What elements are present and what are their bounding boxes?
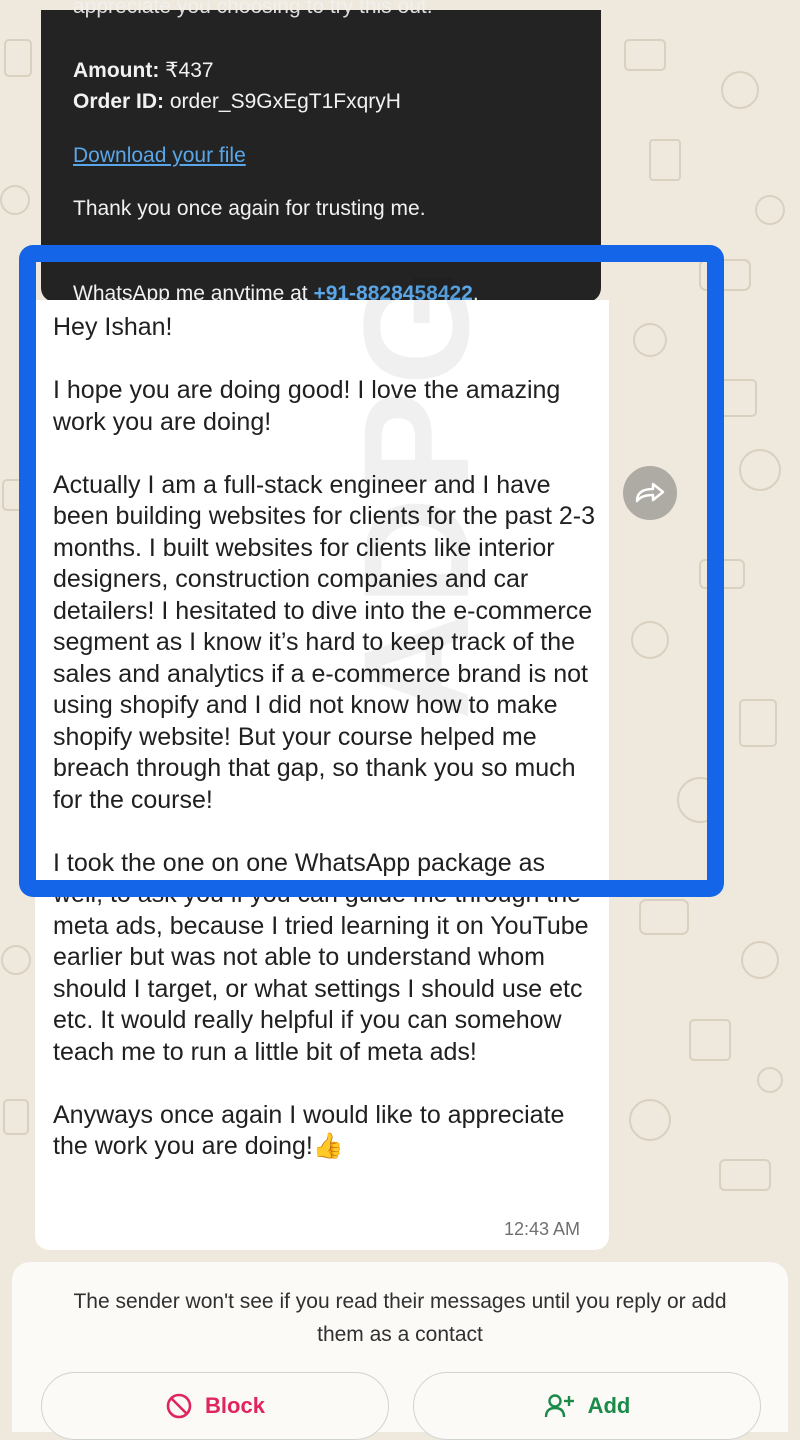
message-timestamp: 12:43 AM (504, 1219, 581, 1239)
unknown-sender-notice: The sender won't see if you read their m… (73, 1290, 727, 1346)
block-label: Block (205, 1393, 265, 1418)
add-label: Add (587, 1393, 631, 1418)
order-id-label: Order ID: (73, 90, 165, 113)
message-paragraph-4-text: Anyways once again I would like to appre… (53, 1100, 565, 1161)
thanks-text: Thank you once again for trusting me. (73, 197, 426, 220)
order-id-value: order_S9GxEgT1FxqryH (169, 90, 401, 113)
amount-row: Amount: ₹437 (73, 55, 214, 86)
highlight-box (19, 245, 724, 897)
forward-button[interactable] (623, 466, 677, 520)
order-id-row: Order ID: order_S9GxEgT1FxqryH (73, 86, 401, 117)
amount-value: ₹437 (165, 59, 214, 82)
download-file-link[interactable]: Download your file (73, 140, 246, 171)
forward-icon (635, 482, 665, 503)
quoted-cut-line: appreciate you choosing to try this out. (73, 0, 433, 18)
amount-label: Amount: (73, 59, 160, 82)
block-icon (166, 1393, 192, 1419)
message-paragraph-4: Anyways once again I would like to appre… (53, 1100, 598, 1163)
thumbs-up-emoji: 👍 (312, 1132, 345, 1160)
add-contact-icon (544, 1394, 574, 1418)
block-button[interactable]: Block (41, 1372, 389, 1440)
add-contact-button[interactable]: Add (413, 1372, 761, 1440)
